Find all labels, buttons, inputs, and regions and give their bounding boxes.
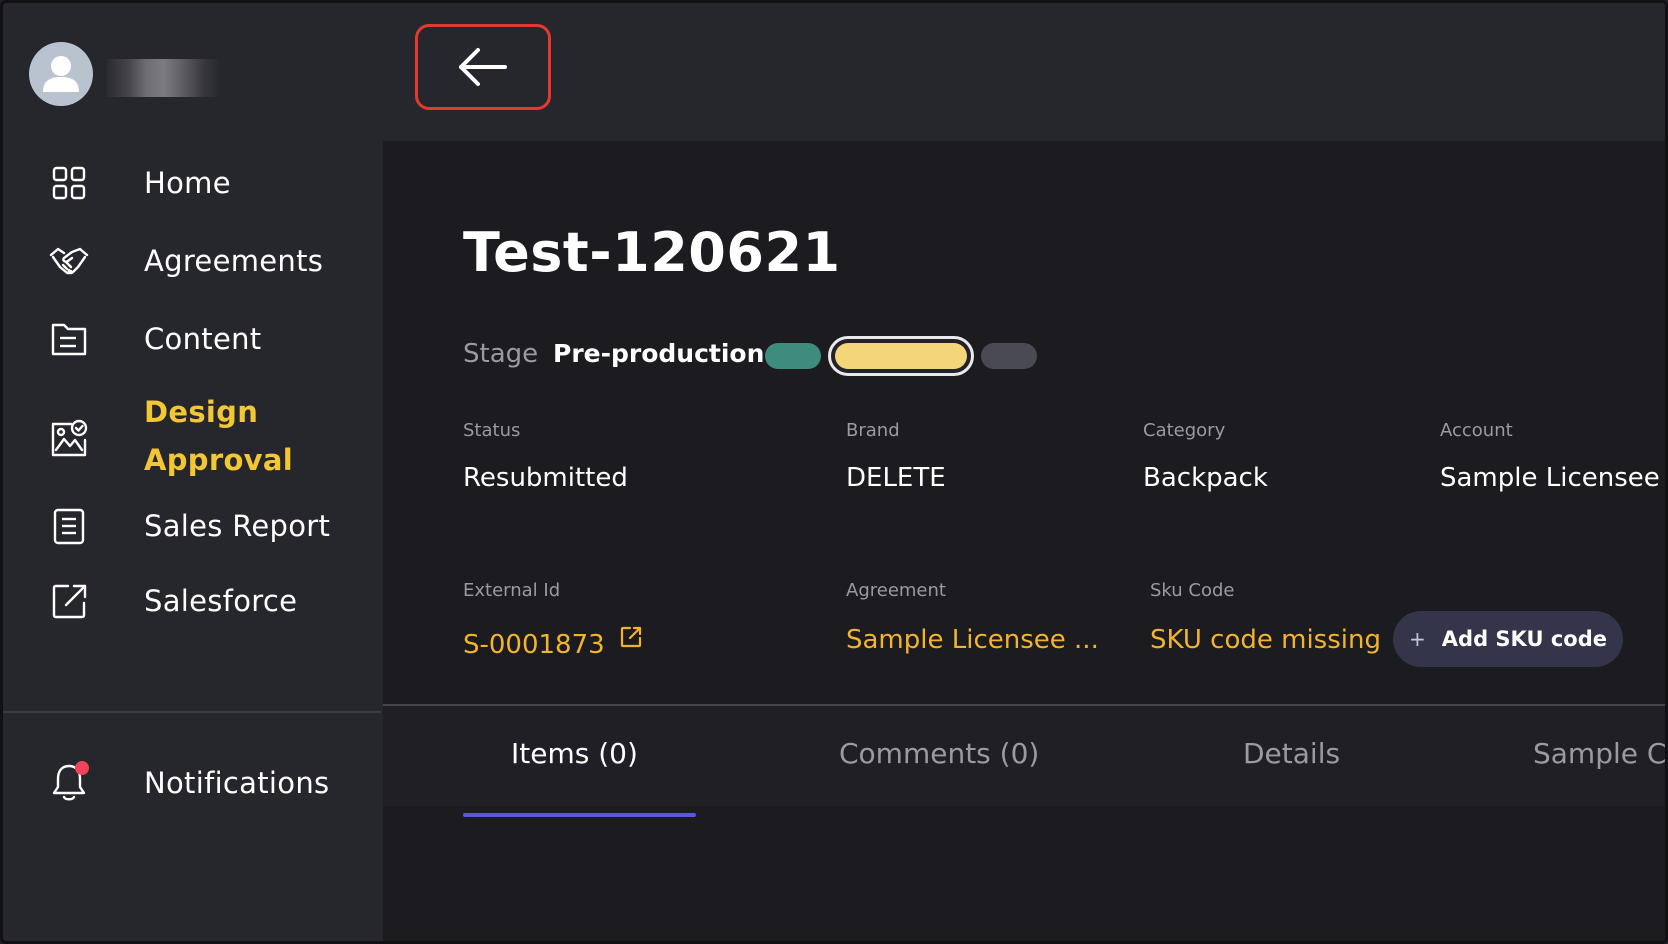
- sidebar-item-label: Home: [144, 166, 231, 200]
- sidebar-item-notifications[interactable]: Notifications: [3, 753, 383, 813]
- stage-step-current: [828, 336, 974, 376]
- image-check-icon: [47, 416, 91, 460]
- sidebar-item-label: Sales Report: [144, 509, 331, 543]
- avatar[interactable]: [29, 42, 93, 106]
- brand-value: DELETE: [846, 463, 946, 493]
- document-icon: [47, 317, 91, 361]
- notification-badge: [75, 761, 89, 775]
- sku-code-missing-text: SKU code missing: [1150, 625, 1381, 655]
- account-label: Account: [1440, 420, 1513, 441]
- sidebar-item-salesforce[interactable]: Salesforce: [3, 571, 383, 631]
- user-name: [106, 59, 221, 97]
- agreement-link[interactable]: Sample Licensee ...: [846, 625, 1099, 655]
- stage-label: Stage: [463, 339, 539, 369]
- report-icon: [47, 504, 91, 548]
- stage-value: Pre-production: [553, 339, 765, 368]
- external-id-value: S-0001873: [463, 630, 605, 660]
- plus-icon: +: [1409, 627, 1426, 651]
- category-value: Backpack: [1143, 463, 1268, 493]
- sidebar-item-label: Design Approval: [144, 395, 293, 477]
- back-button[interactable]: [415, 24, 551, 110]
- add-sku-code-label: Add SKU code: [1441, 627, 1607, 651]
- external-link-icon: [47, 579, 91, 623]
- status-value: Resubmitted: [463, 463, 628, 493]
- sidebar-item-label: Notifications: [144, 766, 330, 800]
- sku-code-label: Sku Code: [1150, 580, 1235, 601]
- sidebar-divider: [3, 711, 381, 713]
- brand-label: Brand: [846, 420, 900, 441]
- sidebar-item-content[interactable]: Content: [3, 309, 383, 369]
- stage-step-pending: [981, 343, 1037, 369]
- tab-items[interactable]: Items (0): [511, 737, 638, 770]
- status-label: Status: [463, 420, 521, 441]
- agreement-label: Agreement: [846, 580, 946, 601]
- sidebar-item-design-approval[interactable]: Design Approval: [3, 388, 383, 488]
- external-link-icon: [620, 626, 642, 648]
- grid-icon: [47, 161, 91, 205]
- user-icon: [43, 56, 79, 92]
- top-bar: [383, 3, 1665, 141]
- stage-step-done: [765, 343, 821, 369]
- sidebar-item-agreements[interactable]: Agreements: [3, 231, 383, 291]
- sidebar-item-home[interactable]: Home: [3, 153, 383, 213]
- sidebar: Home Agreements Content Design Approval …: [3, 3, 383, 941]
- sidebar-item-label: Agreements: [144, 244, 324, 278]
- app-window: Home Agreements Content Design Approval …: [0, 0, 1668, 944]
- sidebar-item-sales-report[interactable]: Sales Report: [3, 496, 383, 556]
- add-sku-code-button[interactable]: + Add SKU code: [1393, 611, 1623, 667]
- account-value: Sample Licensee A: [1440, 463, 1668, 493]
- arrow-left-icon: [459, 48, 507, 86]
- page-title: Test-120621: [463, 221, 841, 284]
- sidebar-item-label: Salesforce: [144, 584, 298, 618]
- tab-sample[interactable]: Sample C: [1533, 737, 1665, 770]
- main-panel: Test-120621 Stage Pre-production Status …: [383, 141, 1668, 941]
- bell-icon: [47, 761, 91, 805]
- tab-details[interactable]: Details: [1243, 737, 1340, 770]
- external-id-label: External Id: [463, 580, 561, 601]
- category-label: Category: [1143, 420, 1226, 441]
- tab-content-area: [383, 817, 1665, 941]
- handshake-icon: [47, 239, 91, 283]
- sidebar-item-label: Content: [144, 322, 262, 356]
- external-id-link[interactable]: S-0001873: [463, 625, 643, 660]
- tab-comments[interactable]: Comments (0): [839, 737, 1039, 770]
